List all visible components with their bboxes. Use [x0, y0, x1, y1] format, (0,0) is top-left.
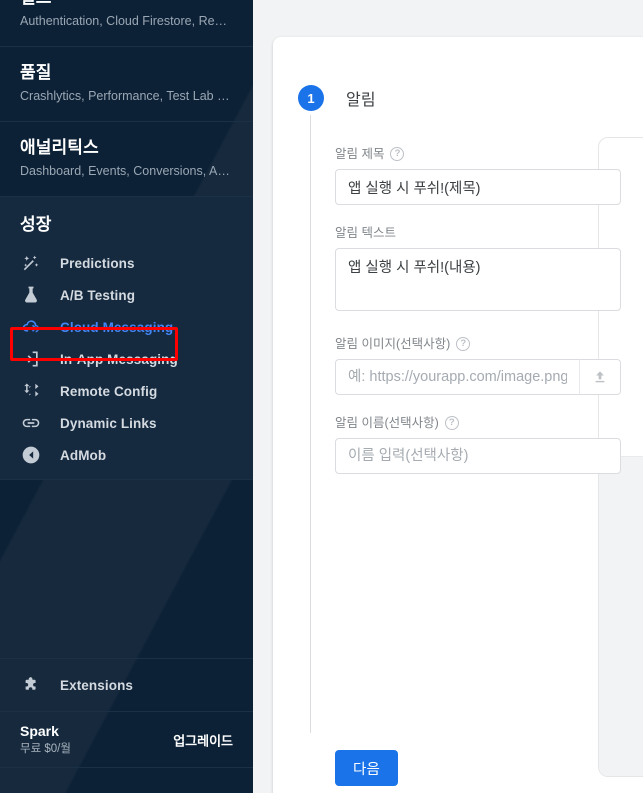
notification-text-input[interactable]: [335, 248, 621, 311]
notification-title-input[interactable]: [335, 169, 621, 205]
upload-image-button[interactable]: [579, 359, 621, 395]
field-label-text: 알림 제목: [335, 147, 385, 161]
sidebar-group-subtitle: Dashboard, Events, Conversions, Au…: [20, 164, 237, 178]
sidebar-item-extensions[interactable]: Extensions: [0, 658, 253, 712]
field-label-text: 알림 이름(선택사항): [335, 416, 439, 430]
sidebar-group-subtitle: Crashlytics, Performance, Test Lab …: [20, 89, 230, 103]
remote-config-icon: [20, 380, 42, 402]
sidebar-group-subtitle: Authentication, Cloud Firestore, Rea…: [20, 14, 234, 28]
admob-icon: [20, 444, 42, 466]
sidebar-group-title-growth: 성장: [20, 215, 52, 234]
plan-price: 무료 $0/월: [20, 742, 71, 755]
image-input-row: [335, 359, 621, 395]
sidebar-group-growth: 성장 Predictions A/B Testing Cloud Messagi…: [0, 197, 253, 480]
field-notification-name: 알림 이름(선택사항) ?: [335, 415, 621, 474]
main-content-area: 1 알림 알림 제목 ? 알림 텍스트: [253, 0, 643, 793]
help-icon[interactable]: ?: [390, 147, 405, 161]
upgrade-button[interactable]: 업그레이드: [173, 730, 233, 749]
sidebar-item-label: Extensions: [60, 677, 134, 693]
sidebar-item-cloud-messaging[interactable]: Cloud Messaging: [0, 311, 253, 343]
sidebar-group-title: 애널리틱스: [20, 138, 99, 157]
plan-row[interactable]: Spark 무료 $0/월 업그레이드: [0, 712, 253, 768]
field-label-text: 알림 이미지(선택사항): [335, 337, 451, 351]
sidebar-item-label: Dynamic Links: [60, 415, 157, 431]
sidebar-item-in-app-messaging[interactable]: In-App Messaging: [0, 343, 253, 375]
sidebar-scroll-area[interactable]: 빌드 Authentication, Cloud Firestore, Rea……: [0, 0, 253, 782]
sidebar-bottom-spacer: [0, 768, 253, 782]
compose-notification-card: 1 알림 알림 제목 ? 알림 텍스트: [273, 37, 643, 793]
notification-form: 알림 제목 ? 알림 텍스트 알림 이미지(선택사항) ?: [335, 146, 621, 494]
sidebar-group-build[interactable]: 빌드 Authentication, Cloud Firestore, Rea…: [0, 0, 253, 47]
field-label: 알림 이름(선택사항) ?: [335, 415, 621, 431]
sidebar-item-label: Predictions: [60, 255, 135, 271]
cloud-message-icon: [20, 316, 42, 338]
magic-wand-icon: [20, 252, 42, 274]
next-button[interactable]: 다음: [335, 750, 399, 786]
sidebar-item-predictions[interactable]: Predictions: [0, 247, 253, 279]
left-sidebar: 빌드 Authentication, Cloud Firestore, Rea……: [0, 0, 253, 793]
sidebar-group-title: 빌드: [0, 0, 253, 10]
sidebar-item-dynamic-links[interactable]: Dynamic Links: [0, 407, 253, 439]
puzzle-extensions-icon: [20, 674, 42, 696]
link-icon: [20, 412, 42, 434]
step-connector-line: [310, 115, 311, 733]
flask-icon: [20, 284, 42, 306]
sidebar-item-label: Remote Config: [60, 383, 158, 399]
step-section: 1 알림: [273, 37, 643, 733]
field-notification-title: 알림 제목 ?: [335, 146, 621, 205]
sidebar-item-ab-testing[interactable]: A/B Testing: [0, 279, 253, 311]
sidebar-item-label: AdMob: [60, 447, 107, 463]
device-preview-footer: [599, 456, 643, 776]
field-notification-image: 알림 이미지(선택사항) ?: [335, 336, 621, 395]
sidebar-group-title: 품질: [20, 63, 52, 82]
notification-name-input[interactable]: [335, 438, 621, 474]
field-label: 알림 텍스트: [335, 225, 621, 241]
help-icon[interactable]: ?: [444, 416, 459, 430]
sidebar-item-remote-config[interactable]: Remote Config: [0, 375, 253, 407]
upload-arrow-icon: [595, 371, 605, 383]
firebase-console-window: 빌드 Authentication, Cloud Firestore, Rea……: [0, 0, 643, 793]
sidebar-group-quality[interactable]: 품질 Crashlytics, Performance, Test Lab …: [0, 47, 253, 122]
step-number-badge: 1: [298, 85, 324, 111]
sidebar-item-admob[interactable]: AdMob: [0, 439, 253, 471]
step-title: 알림: [346, 92, 376, 109]
sidebar-item-label: A/B Testing: [60, 287, 136, 303]
help-icon[interactable]: ?: [456, 337, 471, 351]
field-notification-text: 알림 텍스트: [335, 225, 621, 316]
sidebar-item-label: In-App Messaging: [60, 351, 178, 367]
field-label: 알림 제목 ?: [335, 146, 621, 162]
notification-image-input[interactable]: [335, 359, 579, 395]
plan-info: Spark 무료 $0/월: [20, 723, 71, 757]
field-label: 알림 이미지(선택사항) ?: [335, 336, 621, 352]
in-app-message-icon: [20, 348, 42, 370]
field-label-text: 알림 텍스트: [335, 226, 396, 240]
plan-name: Spark: [20, 722, 59, 739]
sidebar-item-label: Cloud Messaging: [60, 319, 174, 335]
sidebar-group-analytics[interactable]: 애널리틱스 Dashboard, Events, Conversions, Au…: [0, 122, 253, 197]
step-header: 1 알림: [273, 37, 643, 111]
